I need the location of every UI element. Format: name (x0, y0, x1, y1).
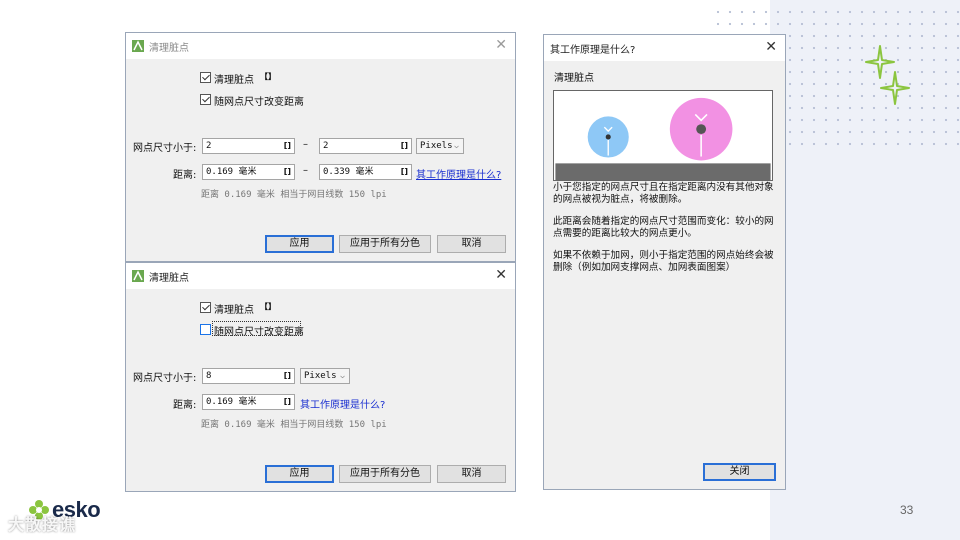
clean-dirt-dialog-2: 清理脏点 ✕ 清理脏点 【】 随网点尺寸改变距离 网点尺寸小于: 8[] Pix… (125, 262, 516, 492)
dialog-title: 清理脏点 (149, 272, 189, 284)
clean-dirt-suffix: 【】 (260, 72, 276, 81)
dot-size-label: 网点尺寸小于: (133, 373, 197, 384)
apply-all-button[interactable]: 应用于所有分色 (339, 235, 431, 253)
help-heading: 清理脏点 (554, 73, 594, 84)
title-bar: 其工作原理是什么? ✕ (544, 35, 785, 61)
clean-dirt-suffix: 【】 (260, 302, 276, 311)
app-icon (132, 270, 144, 282)
ground-bar (555, 163, 771, 180)
apply-button[interactable]: 应用 (265, 235, 334, 253)
vary-distance-checkbox[interactable] (200, 324, 211, 335)
focus-rectangle (212, 321, 301, 336)
title-bar: 清理脏点 ✕ (126, 33, 515, 59)
dialog-title: 清理脏点 (149, 42, 189, 54)
help-title: 其工作原理是什么? (550, 44, 636, 56)
unit-select[interactable]: Pixels ⌵ (300, 368, 350, 384)
distance-label: 距离: (173, 400, 197, 411)
clean-dirt-label: 清理脏点 (214, 75, 254, 86)
title-bar: 清理脏点 ✕ (126, 263, 515, 289)
dot-size-label: 网点尺寸小于: (133, 143, 197, 154)
dot-size-max-input[interactable]: 2[] (319, 138, 412, 154)
how-it-works-link[interactable]: 其工作原理是什么? (416, 166, 501, 181)
chevron-down-icon: ⌵ (340, 371, 345, 380)
sparkle-icon (865, 45, 910, 105)
help-paragraph-2: 此距离会随着指定的网点尺寸范围而变化：较小的网点需要的距离比较大的网点更小。 (553, 216, 774, 239)
info-text: 距离 0.169 毫米 相当于网目线数 150 lpi (201, 190, 387, 200)
vary-distance-label: 随网点尺寸改变距离 (214, 97, 304, 108)
clean-dirt-checkbox[interactable] (200, 302, 211, 313)
how-it-works-link[interactable]: 其工作原理是什么? (300, 396, 385, 411)
clean-dirt-dialog-1: 清理脏点 ✕ 清理脏点 【】 随网点尺寸改变距离 网点尺寸小于: 2[] – 2… (125, 32, 516, 262)
close-icon[interactable]: ✕ (765, 40, 777, 54)
help-paragraph-1: 小于您指定的网点尺寸且在指定距离内没有其他对象的网点被视为脏点，将被删除。 (553, 182, 774, 205)
clean-dirt-checkbox[interactable] (200, 72, 211, 83)
help-paragraph-3: 如果不依赖于加网，则小于指定范围的网点始终会被删除（例如加网支撑网点、加网表面图… (553, 250, 774, 273)
close-icon[interactable]: ✕ (495, 268, 507, 282)
apply-all-button[interactable]: 应用于所有分色 (339, 465, 431, 483)
cancel-button[interactable]: 取消 (437, 465, 506, 483)
clean-dirt-label: 清理脏点 (214, 305, 254, 316)
distance-min-input[interactable]: 0.169 毫米[] (202, 164, 295, 180)
close-icon[interactable]: ✕ (495, 38, 507, 52)
apply-button[interactable]: 应用 (265, 465, 334, 483)
page-number: 33 (900, 503, 914, 517)
app-icon (132, 40, 144, 52)
distance-label: 距离: (173, 170, 197, 181)
dot-illustration (553, 90, 773, 181)
help-window: 其工作原理是什么? ✕ 清理脏点 小于您指定的网点尺寸且在指定距离内没有其他对象… (543, 34, 786, 490)
dot-size-min-input[interactable]: 2[] (202, 138, 295, 154)
distance-input[interactable]: 0.169 毫米[] (202, 394, 295, 410)
chevron-down-icon: ⌵ (454, 141, 459, 150)
info-text: 距离 0.169 毫米 相当于网目线数 150 lpi (201, 420, 387, 430)
cancel-button[interactable]: 取消 (437, 235, 506, 253)
vary-distance-checkbox[interactable] (200, 94, 211, 105)
unit-select[interactable]: Pixels ⌵ (416, 138, 464, 154)
distance-max-input[interactable]: 0.339 毫米[] (319, 164, 412, 180)
range-dash: – (303, 139, 308, 150)
dot-size-input[interactable]: 8[] (202, 368, 295, 384)
help-close-button[interactable]: 关闭 (703, 463, 776, 481)
watermark: 大散接谯 (8, 515, 77, 534)
range-dash-2: – (303, 165, 308, 176)
